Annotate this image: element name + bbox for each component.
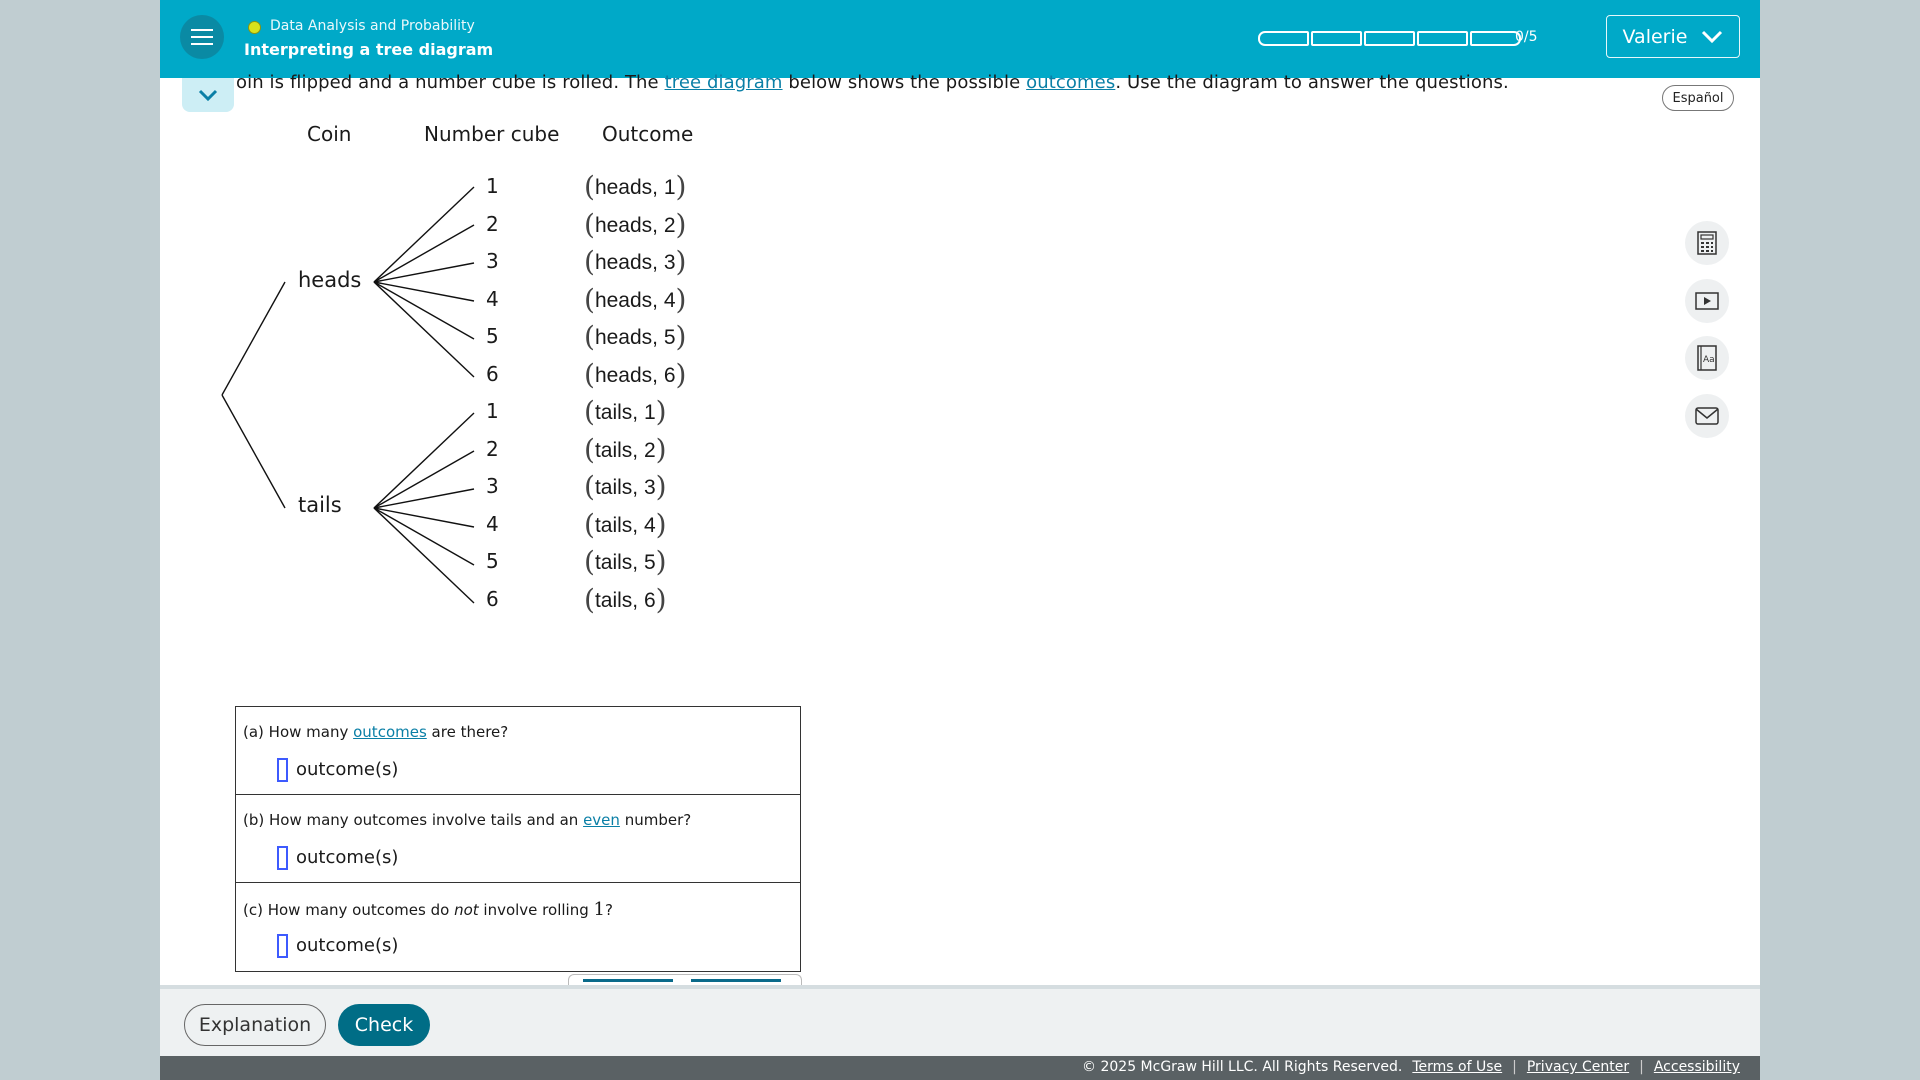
answer-a-input[interactable]	[277, 758, 288, 782]
outcome-item: (tails, 1)	[584, 395, 667, 428]
outcome-item: (tails, 6)	[584, 583, 667, 616]
branch-line	[373, 186, 475, 283]
answer-part-a: (a) How many outcomes are there? outcome…	[236, 707, 800, 795]
cube-number: 3	[486, 249, 499, 273]
cube-number: 5	[486, 324, 499, 348]
answer-c-input[interactable]	[277, 934, 288, 958]
cube-number: 3	[486, 474, 499, 498]
message-button[interactable]	[1685, 394, 1729, 438]
cube-number: 1	[486, 174, 499, 198]
branch-line	[373, 281, 475, 302]
outcome-item: (tails, 5)	[584, 545, 667, 578]
accessibility-link[interactable]: Accessibility	[1654, 1059, 1740, 1075]
copyright-text: © 2025 McGraw Hill LLC. All Rights Reser…	[1082, 1059, 1403, 1075]
cube-number: 2	[486, 212, 499, 236]
outcome-item: (heads, 6)	[584, 358, 687, 391]
cube-number: 6	[486, 362, 499, 386]
terms-link[interactable]: Terms of Use	[1412, 1059, 1502, 1075]
outcome-item: (tails, 3)	[584, 470, 667, 503]
privacy-link[interactable]: Privacy Center	[1527, 1059, 1629, 1075]
question-a: (a) How many outcomes are there?	[243, 723, 509, 741]
outcome-item: (heads, 1)	[584, 170, 687, 203]
cube-number: 1	[486, 399, 499, 423]
video-button[interactable]	[1685, 279, 1729, 323]
check-button[interactable]: Check	[338, 1004, 430, 1046]
toolbar-tab	[691, 979, 781, 982]
separator: |	[1512, 1059, 1517, 1075]
answer-b-input[interactable]	[277, 846, 288, 870]
answer-b-unit: outcome(s)	[296, 847, 399, 868]
question-c: (c) How many outcomes do not involve rol…	[243, 899, 613, 920]
app-window: Data Analysis and Probability Interpreti…	[160, 0, 1760, 1080]
cube-number: 4	[486, 512, 499, 536]
outcome-item: (heads, 5)	[584, 320, 687, 353]
glossary-icon: Aa	[1697, 345, 1717, 371]
outcomes-link[interactable]: outcomes	[353, 723, 427, 741]
answer-part-c: (c) How many outcomes do not involve rol…	[236, 883, 800, 971]
calculator-icon	[1697, 231, 1717, 255]
cube-number: 6	[486, 587, 499, 611]
answer-c-unit: outcome(s)	[296, 935, 399, 956]
branch-line	[373, 262, 475, 283]
svg-text:Aa: Aa	[1703, 355, 1715, 365]
video-icon	[1695, 292, 1719, 310]
branch-line	[373, 488, 475, 509]
outcome-item: (tails, 2)	[584, 433, 667, 466]
cube-number: 4	[486, 287, 499, 311]
footer-bar: Explanation Check	[160, 985, 1760, 1059]
cube-number: 5	[486, 549, 499, 573]
branch-line	[373, 412, 475, 509]
answer-panel: (a) How many outcomes are there? outcome…	[235, 706, 801, 972]
copyright-bar: © 2025 McGraw Hill LLC. All Rights Reser…	[160, 1056, 1760, 1080]
branch-line	[373, 507, 475, 528]
message-icon	[1695, 407, 1719, 425]
outcome-item: (heads, 4)	[584, 283, 687, 316]
outcome-item: (tails, 4)	[584, 508, 667, 541]
branch-line	[221, 281, 286, 396]
explanation-button[interactable]: Explanation	[184, 1004, 326, 1046]
toolbar-tab	[583, 979, 673, 982]
branch-line	[221, 394, 286, 509]
node-heads: heads	[298, 268, 362, 292]
branch-line	[373, 507, 475, 604]
outcome-item: (heads, 2)	[584, 208, 687, 241]
cube-number: 2	[486, 437, 499, 461]
branch-line	[373, 281, 475, 378]
calculator-button[interactable]	[1685, 221, 1729, 265]
tree-diagram-lines	[221, 186, 475, 604]
question-b: (b) How many outcomes involve tails and …	[243, 811, 692, 829]
answer-a-unit: outcome(s)	[296, 759, 399, 780]
glossary-button[interactable]: Aa	[1685, 336, 1729, 380]
separator: |	[1639, 1059, 1644, 1075]
outcome-item: (heads, 3)	[584, 245, 687, 278]
answer-part-b: (b) How many outcomes involve tails and …	[236, 795, 800, 883]
even-link[interactable]: even	[583, 811, 620, 829]
node-tails: tails	[298, 493, 342, 517]
